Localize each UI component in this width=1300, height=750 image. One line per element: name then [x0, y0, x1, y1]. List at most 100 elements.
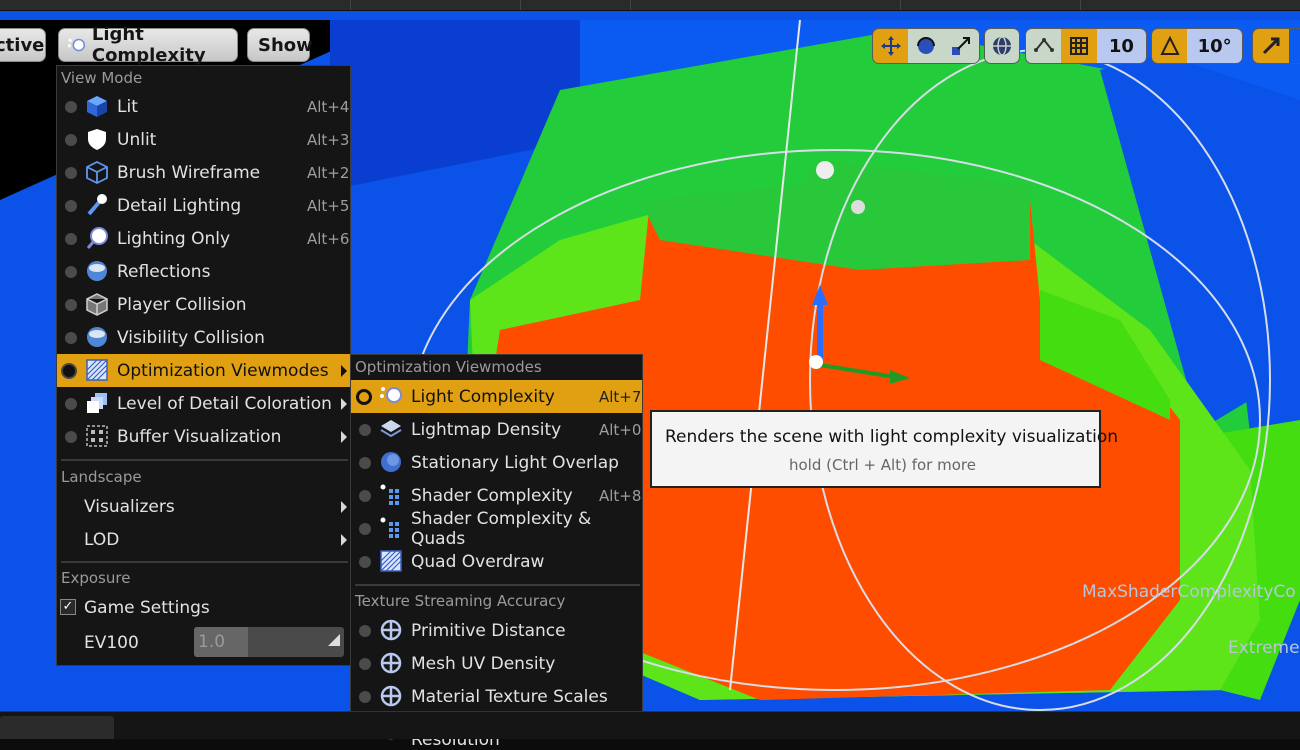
shortcut-text: Alt+7 — [599, 387, 642, 406]
menu-item-mesh-uv-density[interactable]: Mesh UV Density — [351, 647, 642, 680]
rotation-snap-group: 10° — [1151, 28, 1243, 64]
angle-icon — [1159, 35, 1180, 55]
tooltip: Renders the scene with light complexity … — [650, 410, 1118, 488]
rotate-icon — [916, 37, 935, 54]
menu-item-label: Lightmap Density — [411, 419, 562, 440]
menu-item-brush-wireframe[interactable]: Brush Wireframe Alt+2 — [57, 156, 350, 189]
world-coordinates-button[interactable] — [985, 29, 1019, 63]
grid-snap-value-dropdown[interactable]: 10 — [1096, 29, 1146, 63]
resize-icon — [328, 634, 340, 646]
rotation-snap-toggle[interactable] — [1152, 29, 1188, 63]
game-settings-checkbox[interactable]: ✓ — [60, 599, 76, 615]
menu-item-visualizers[interactable]: Visualizers — [57, 490, 350, 523]
grid-snap-group: 10 — [1025, 28, 1147, 64]
tooltip-hint: hold (Ctrl + Alt) for more — [789, 456, 976, 474]
menu-item-lod[interactable]: LOD — [57, 523, 350, 556]
menu-item-label: Reflections — [117, 261, 211, 282]
shortcut-text: Alt+3 — [307, 130, 350, 149]
show-button[interactable]: Show — [247, 28, 313, 62]
visibility-collision-icon — [87, 327, 107, 347]
rotate-tool-button[interactable] — [908, 29, 944, 63]
menu-item-label: Stationary Light Overlap — [411, 452, 619, 473]
shader-quads-icon — [380, 517, 399, 538]
landscape-header: Landscape — [61, 468, 142, 486]
translate-tool-button[interactable] — [873, 29, 909, 63]
menu-item-label: Brush Wireframe — [117, 162, 261, 183]
menu-item-light-complexity[interactable]: Light Complexity Alt+7 — [351, 380, 642, 413]
menu-item-quad-overdraw[interactable]: Quad Overdraw — [351, 545, 642, 578]
radio-indicator — [65, 299, 77, 311]
menu-item-primitive-distance[interactable]: Primitive Distance — [351, 614, 642, 647]
scale-snap-group — [1252, 28, 1300, 64]
top-strip-segment — [520, 0, 631, 10]
radio-indicator — [65, 233, 77, 245]
menu-item-lighting-only[interactable]: Lighting Only Alt+6 — [57, 222, 350, 255]
scale-snap-icon — [1262, 37, 1280, 55]
radio-indicator — [359, 556, 371, 568]
game-settings-label: Game Settings — [84, 597, 210, 618]
shortcut-text: Alt+8 — [599, 486, 642, 505]
game-settings-checkbox-row[interactable]: ✓ Game Settings — [57, 591, 350, 624]
menu-item-shader-complexity[interactable]: Shader Complexity Alt+8 — [351, 479, 642, 512]
radio-indicator — [65, 266, 77, 278]
menu-item-reflections[interactable]: Reflections — [57, 255, 350, 288]
radio-indicator — [65, 101, 77, 113]
top-strip-segment — [900, 0, 1081, 10]
submenu-arrow-icon — [341, 534, 347, 546]
perspective-button[interactable]: ctive — [0, 28, 46, 62]
max-shader-complexity-text: MaxShaderComplexityCo — [1082, 582, 1296, 602]
unlit-shield-icon — [88, 129, 106, 150]
submenu-arrow-icon — [341, 431, 347, 443]
menu-item-material-texture-scales[interactable]: Material Texture Scales — [351, 680, 642, 713]
menu-item-label: Lit — [117, 96, 138, 117]
shortcut-text: Alt+2 — [307, 163, 350, 182]
menu-item-label: Visibility Collision — [117, 327, 265, 348]
radio-indicator — [65, 398, 77, 410]
menu-item-label: Mesh UV Density — [411, 653, 556, 674]
menu-item-label: Quad Overdraw — [411, 551, 545, 572]
grid-snap-toggle[interactable] — [1061, 29, 1097, 63]
menu-item-label: Primitive Distance — [411, 620, 566, 641]
menu-item-label: Unlit — [117, 129, 157, 150]
grid-snap-value: 10 — [1108, 35, 1134, 57]
scale-tool-button[interactable] — [943, 29, 979, 63]
ev100-label: EV100 — [84, 632, 139, 653]
bottom-tab[interactable] — [0, 716, 114, 739]
radio-indicator — [359, 490, 371, 502]
menu-item-optimization-viewmodes[interactable]: Optimization Viewmodes — [57, 354, 350, 387]
surface-snap-button[interactable] — [1026, 29, 1062, 63]
view-mode-label: Light Complexity — [91, 24, 206, 66]
menu-item-stationary-light-overlap[interactable]: Stationary Light Overlap — [351, 446, 642, 479]
scale-snap-toggle[interactable] — [1253, 29, 1289, 63]
exposure-header: Exposure — [61, 569, 131, 587]
ev100-input[interactable]: 1.0 — [194, 627, 344, 657]
menu-item-detail-lighting[interactable]: Detail Lighting Alt+5 — [57, 189, 350, 222]
menu-separator — [61, 561, 348, 563]
top-strip-segment — [630, 0, 901, 10]
transform-tools-group — [872, 28, 980, 64]
rotation-snap-value-dropdown[interactable]: 10° — [1187, 29, 1242, 63]
menu-item-player-collision[interactable]: Player Collision — [57, 288, 350, 321]
menu-item-unlit[interactable]: Unlit Alt+3 — [57, 123, 350, 156]
light-complexity-icon — [380, 387, 402, 403]
menu-item-lit[interactable]: Lit Alt+4 — [57, 90, 350, 123]
menu-item-lightmap-density[interactable]: Lightmap Density Alt+0 — [351, 413, 642, 446]
detail-lighting-icon — [87, 194, 107, 216]
view-mode-button[interactable]: Light Complexity — [58, 24, 238, 66]
menu-separator — [61, 459, 348, 461]
radio-indicator — [65, 332, 77, 344]
radio-indicator — [359, 625, 371, 637]
perspective-label: ctive — [0, 34, 45, 56]
quad-overdraw-icon — [380, 550, 402, 572]
menu-item-shader-complexity-quads[interactable]: Shader Complexity & Quads — [351, 509, 642, 549]
wireframe-cube-icon — [86, 160, 108, 184]
menu-item-visibility-collision[interactable]: Visibility Collision — [57, 321, 350, 354]
menu-item-buffer-visualization[interactable]: Buffer Visualization — [57, 420, 350, 453]
radio-indicator — [359, 658, 371, 670]
scale-icon — [952, 37, 971, 55]
top-strip-segment — [0, 0, 351, 10]
menu-item-lod-coloration[interactable]: Level of Detail Coloration — [57, 387, 350, 420]
lighting-only-icon — [86, 227, 108, 249]
submenu-arrow-icon — [341, 398, 347, 410]
crosshair-icon — [380, 619, 402, 641]
